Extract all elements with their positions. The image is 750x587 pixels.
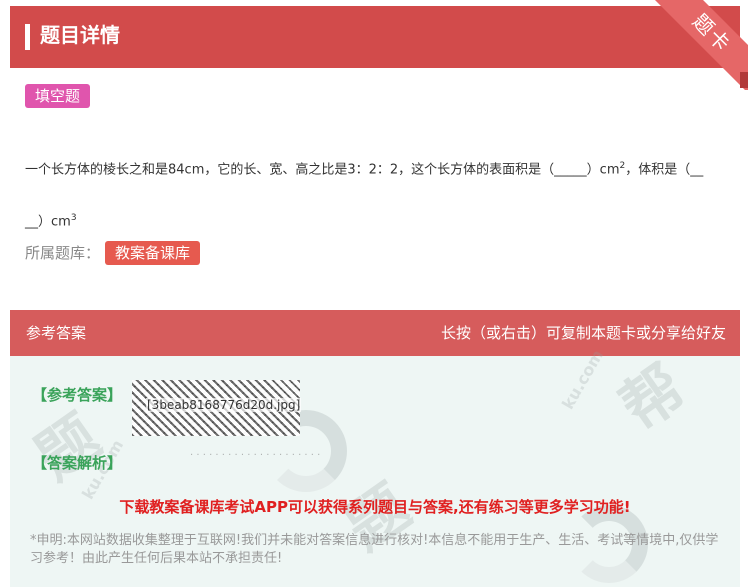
disclaimer-text: *申明:本网站数据收集整理于互联网!我们并未能对答案信息进行核对!本信息不能用于… xyxy=(30,533,719,566)
answer-section[interactable]: 参考答案 长按（或右击）可复制本题卡或分享给好友 题 题 帮 ku.com ku… xyxy=(10,310,740,587)
question-text-part2: ，体积是（__ xyxy=(625,162,704,178)
header-accent-bar xyxy=(25,24,30,50)
watermark-glyph: 帮 xyxy=(608,352,698,444)
watermark-text: ku.com xyxy=(558,346,608,413)
copy-share-hint: 长按（或右击）可复制本题卡或分享给好友 xyxy=(440,324,726,342)
answer-image-caption: [3beab8168776d20d.jpg] xyxy=(146,398,302,412)
question-text: 一个长方体的棱长之和是84cm，它的长、宽、高之比是3：2：2，这个长方体的表面… xyxy=(25,142,725,247)
bank-label: 所属题库： xyxy=(25,244,101,262)
answer-image: [3beab8168776d20d.jpg] xyxy=(132,380,302,436)
answer-label: 【参考答案】 xyxy=(32,386,123,404)
page-title: 题目详情 xyxy=(40,23,120,47)
question-text-part3: __）cm xyxy=(25,214,71,230)
scatter-marks: · · · · · · · · · · · · · · · · · · · · … xyxy=(190,450,321,461)
ribbon-fold xyxy=(740,72,748,88)
page-header: 题目详情 xyxy=(10,6,740,68)
corner-badge: 题卡 xyxy=(638,0,748,90)
explanation-label: 【答案解析】 xyxy=(32,454,123,472)
bank-tag[interactable]: 教案备课库 xyxy=(105,241,201,265)
question-type-tag: 填空题 xyxy=(25,84,91,108)
answer-header: 参考答案 长按（或右击）可复制本题卡或分享给好友 xyxy=(10,310,740,356)
question-text-part1: 一个长方体的棱长之和是84cm，它的长、宽、高之比是3：2：2，这个长方体的表面… xyxy=(25,162,620,178)
corner-badge-label: 题卡 xyxy=(650,0,748,90)
question-sup2: 3 xyxy=(70,213,77,224)
download-app-promo[interactable]: 下载教案备课库考试APP可以获得系列题目与答案,还有练习等更多学习功能! xyxy=(10,496,740,517)
answer-section-title: 参考答案 xyxy=(26,324,87,342)
